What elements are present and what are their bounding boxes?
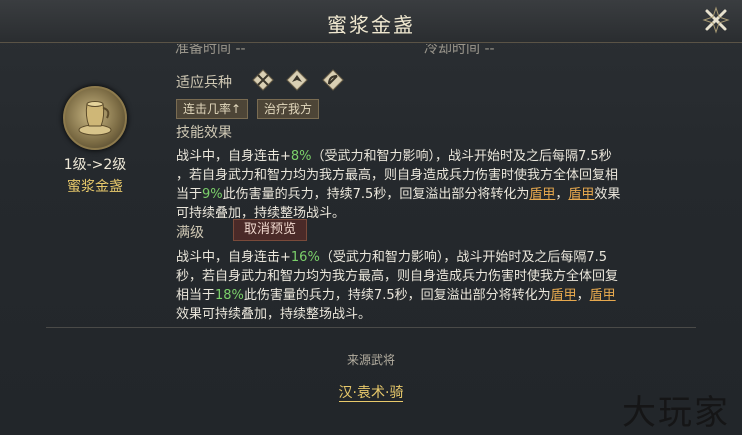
effect-line-3: 当于9%此伤害量的兵力，持续7.5秒，回复溢出部分将转化为盾甲，盾甲效果 (176, 187, 621, 202)
cavalry-icon (251, 68, 275, 92)
max-effect-text: 战斗中，自身连击+16%（受武力和智力影响），战斗开始时及之后每隔7.5 秒，若… (176, 248, 618, 324)
effect-line-2: ，若自身武力和智力均为我方最高，则自身造成兵力伤害时使我方全体回复相 (176, 168, 619, 183)
bow-icon (321, 68, 345, 92)
shield-icon (285, 68, 309, 92)
watermark: 大玩家 (622, 393, 730, 433)
item-portrait (63, 86, 127, 150)
panel-title: 蜜浆金盏 (327, 13, 415, 37)
effect-line-1: 战斗中，自身连击+8%（受武力和智力影响），战斗开始时及之后每隔7.5秒 (176, 149, 612, 164)
cooldown-label: 冷却时间 -- (424, 44, 495, 54)
max-line-2: 秒，若自身武力和智力均为我方最高，则自身造成兵力伤害时使我方全体回复 (176, 269, 619, 284)
source-title: 来源武将 (346, 353, 395, 367)
tag-heal: 治疗我方 (257, 99, 320, 119)
golden-cup-icon (78, 101, 112, 136)
max-level-label: 满级 (176, 225, 204, 241)
max-line-1: 战斗中，自身连击+16%（受武力和智力影响），战斗开始时及之后每隔7.5 (176, 250, 607, 265)
item-name: 蜜浆金盏 (67, 179, 123, 195)
max-line-4: 效果可持续叠加，持续整场战斗。 (176, 307, 372, 322)
max-line-3: 相当于18%此伤害量的兵力，持续7.5秒，回复溢出部分将转化为盾甲，盾甲 (176, 288, 616, 303)
shield-armor-link[interactable]: 盾甲 (529, 187, 555, 202)
cancel-preview-button[interactable]: 取消预览 (233, 219, 308, 241)
close-icon (702, 6, 730, 34)
skill-panel: 蜜浆金盏 准备时间 -- 冷却时间 -- 1级->2级 蜜浆金盏 适应兵种 连击… (0, 0, 742, 435)
divider (46, 327, 696, 328)
effect-text: 战斗中，自身连击+8%（受武力和智力影响），战斗开始时及之后每隔7.5秒 ，若自… (176, 147, 620, 223)
shield-armor-link[interactable]: 盾甲 (551, 288, 577, 303)
shield-armor-link[interactable]: 盾甲 (590, 288, 616, 303)
close-button[interactable] (700, 4, 732, 36)
shield-armor-link[interactable]: 盾甲 (568, 187, 594, 202)
tag-combo-rate: 连击几率↑ (176, 99, 249, 119)
item-level: 1级->2级 (63, 157, 127, 173)
prep-time-label: 准备时间 -- (175, 44, 246, 54)
effect-label: 技能效果 (176, 125, 232, 141)
troop-label: 适应兵种 (176, 75, 232, 91)
header-bar: 蜜浆金盏 (0, 0, 742, 43)
